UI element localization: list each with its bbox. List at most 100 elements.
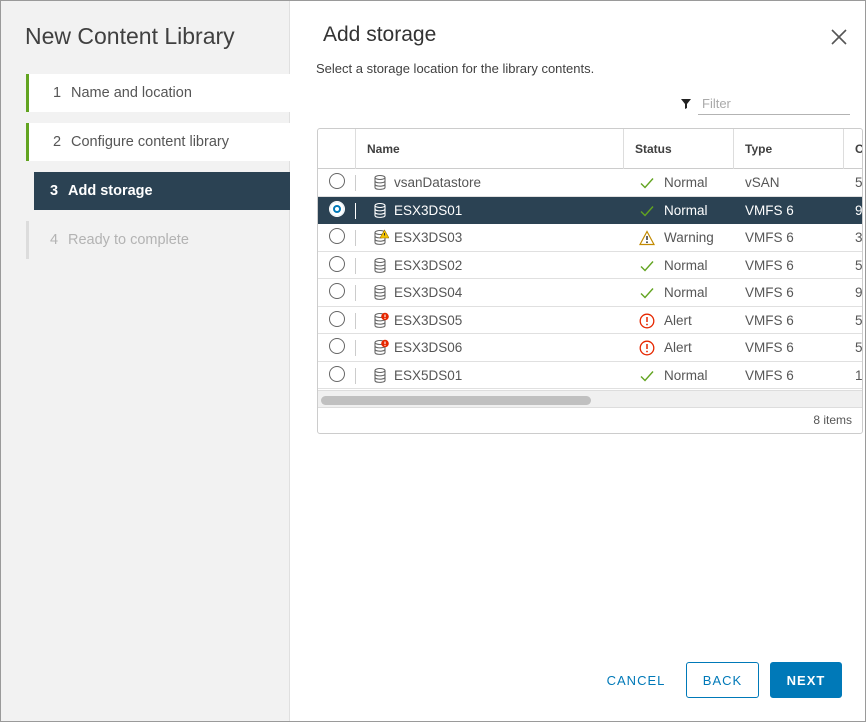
step-label: Configure content library xyxy=(71,134,229,150)
row-radio-button[interactable] xyxy=(329,365,345,382)
row-radio-button[interactable] xyxy=(329,283,345,299)
step-label: Add storage xyxy=(68,183,153,199)
datastore-name: ESX3DS03 xyxy=(394,230,463,245)
datastore-capacity: 5 xyxy=(855,257,863,273)
wizard-title: New Content Library xyxy=(25,23,235,49)
datastore-capacity: 1. xyxy=(855,367,863,383)
step-label: Name and location xyxy=(71,85,192,101)
close-icon xyxy=(831,29,847,45)
alert-icon xyxy=(639,340,655,356)
wizard-steps: 1 Name and location 2 Configure content li… xyxy=(26,74,290,270)
datastore-icon xyxy=(373,367,389,384)
column-header-status[interactable]: Status xyxy=(623,129,733,169)
column-header-type[interactable]: Type xyxy=(733,129,843,169)
datastore-icon xyxy=(373,339,389,356)
step-number: 2 xyxy=(53,134,62,150)
wizard-sidebar: New Content Library 1 Name and location 2… xyxy=(1,1,290,721)
table-row[interactable]: vsanDatastore Normal vSAN 5 xyxy=(318,169,862,197)
datastore-icon xyxy=(373,257,389,274)
filter-input[interactable] xyxy=(698,93,850,115)
datastore-status: Warning xyxy=(664,230,714,245)
column-divider xyxy=(355,257,356,274)
datastore-icon xyxy=(373,312,389,329)
storage-datagrid: Name Status Type C vsanDatastore Normal vS… xyxy=(317,128,863,434)
table-row[interactable]: ESX3DS01 Normal VMFS 6 9 xyxy=(318,196,863,224)
datastore-type: VMFS 6 xyxy=(745,285,794,300)
column-divider xyxy=(355,367,356,384)
datastore-capacity: 9 xyxy=(855,285,863,300)
wizard-main: Add storage Select a storage location fo… xyxy=(290,1,865,721)
step-name-and-location[interactable]: 1 Name and location xyxy=(26,74,290,112)
datastore-name: ESX3DS02 xyxy=(394,257,463,273)
step-configure-content-library[interactable]: 2 Configure content library xyxy=(26,123,290,161)
datastore-icon xyxy=(373,202,389,219)
datastore-capacity: 9 xyxy=(855,202,863,218)
column-divider xyxy=(355,285,356,301)
datastore-icon xyxy=(373,284,389,301)
close-button[interactable] xyxy=(827,25,851,49)
step-number: 3 xyxy=(50,183,59,199)
datastore-type: VMFS 6 xyxy=(745,257,794,273)
back-button[interactable]: BACK xyxy=(686,662,759,698)
datastore-capacity: 5 xyxy=(855,340,863,355)
datastore-status: Alert xyxy=(664,312,692,328)
datastore-status: Normal xyxy=(664,202,708,218)
datastore-name: ESX3DS06 xyxy=(394,340,463,355)
filter-box xyxy=(680,93,850,115)
row-radio-button[interactable] xyxy=(329,338,345,354)
datastore-type: vSAN xyxy=(745,175,780,190)
row-radio-button[interactable] xyxy=(329,228,345,244)
table-row[interactable]: ESX3DS05 Alert VMFS 6 5 xyxy=(318,307,863,334)
column-header-name[interactable]: Name xyxy=(355,129,623,169)
new-content-library-dialog: New Content Library 1 Name and location 2… xyxy=(0,0,866,722)
page-title: Add storage xyxy=(323,23,437,46)
table-row[interactable]: ESX3DS06 Alert VMFS 6 5 xyxy=(318,334,862,362)
datastore-status: Normal xyxy=(664,257,708,273)
row-radio-button[interactable] xyxy=(329,173,345,189)
check-icon xyxy=(639,368,655,384)
datastore-capacity: 3 xyxy=(855,230,863,245)
table-row[interactable]: ESX5DS01 Normal VMFS 6 1. xyxy=(318,362,863,389)
datastore-status: Normal xyxy=(664,175,708,190)
check-icon xyxy=(639,203,655,219)
datastore-status: Normal xyxy=(664,285,708,300)
next-button[interactable]: NEXT xyxy=(770,662,842,698)
table-row[interactable]: ESX3DS04 Normal VMFS 6 9 xyxy=(318,279,862,307)
item-count: 8 items xyxy=(813,413,852,427)
check-icon xyxy=(639,258,655,274)
table-row[interactable]: ESX3DS03 Warning VMFS 6 3 xyxy=(318,224,862,252)
datastore-capacity: 5 xyxy=(855,175,863,190)
row-radio-button[interactable] xyxy=(329,310,345,327)
alert-icon xyxy=(639,313,655,329)
filter-icon xyxy=(681,99,691,109)
horizontal-scrollbar[interactable] xyxy=(318,390,862,408)
step-number: 4 xyxy=(50,232,59,248)
step-add-storage[interactable]: 3 Add storage xyxy=(34,172,290,210)
table-row[interactable]: ESX3DS02 Normal VMFS 6 5 xyxy=(318,252,863,279)
datastore-icon xyxy=(373,229,390,246)
step-ready-to-complete: 4 Ready to complete xyxy=(26,221,290,259)
datastore-type: VMFS 6 xyxy=(745,367,794,383)
row-radio-button[interactable] xyxy=(329,200,345,217)
cancel-button[interactable]: CANCEL xyxy=(600,662,672,698)
scrollbar-thumb[interactable] xyxy=(321,396,591,405)
datastore-type: VMFS 6 xyxy=(745,202,794,218)
datastore-status: Alert xyxy=(664,340,692,355)
page-subtitle: Select a storage location for the librar… xyxy=(316,61,595,76)
datastore-status: Normal xyxy=(664,367,708,383)
step-number: 1 xyxy=(53,85,62,101)
datastore-capacity: 5 xyxy=(855,312,863,328)
datastore-name: vsanDatastore xyxy=(394,175,482,190)
column-divider xyxy=(355,230,356,246)
column-divider xyxy=(355,312,356,329)
datastore-name: ESX3DS04 xyxy=(394,285,463,300)
column-header-capacity[interactable]: C xyxy=(843,129,862,169)
step-label: Ready to complete xyxy=(68,232,189,248)
row-radio-button[interactable] xyxy=(329,255,345,272)
datastore-type: VMFS 6 xyxy=(745,312,794,328)
check-icon xyxy=(639,285,655,301)
warning-icon xyxy=(638,230,656,246)
datastore-name: ESX3DS01 xyxy=(394,202,463,218)
column-divider xyxy=(355,175,356,191)
column-divider xyxy=(355,202,356,219)
